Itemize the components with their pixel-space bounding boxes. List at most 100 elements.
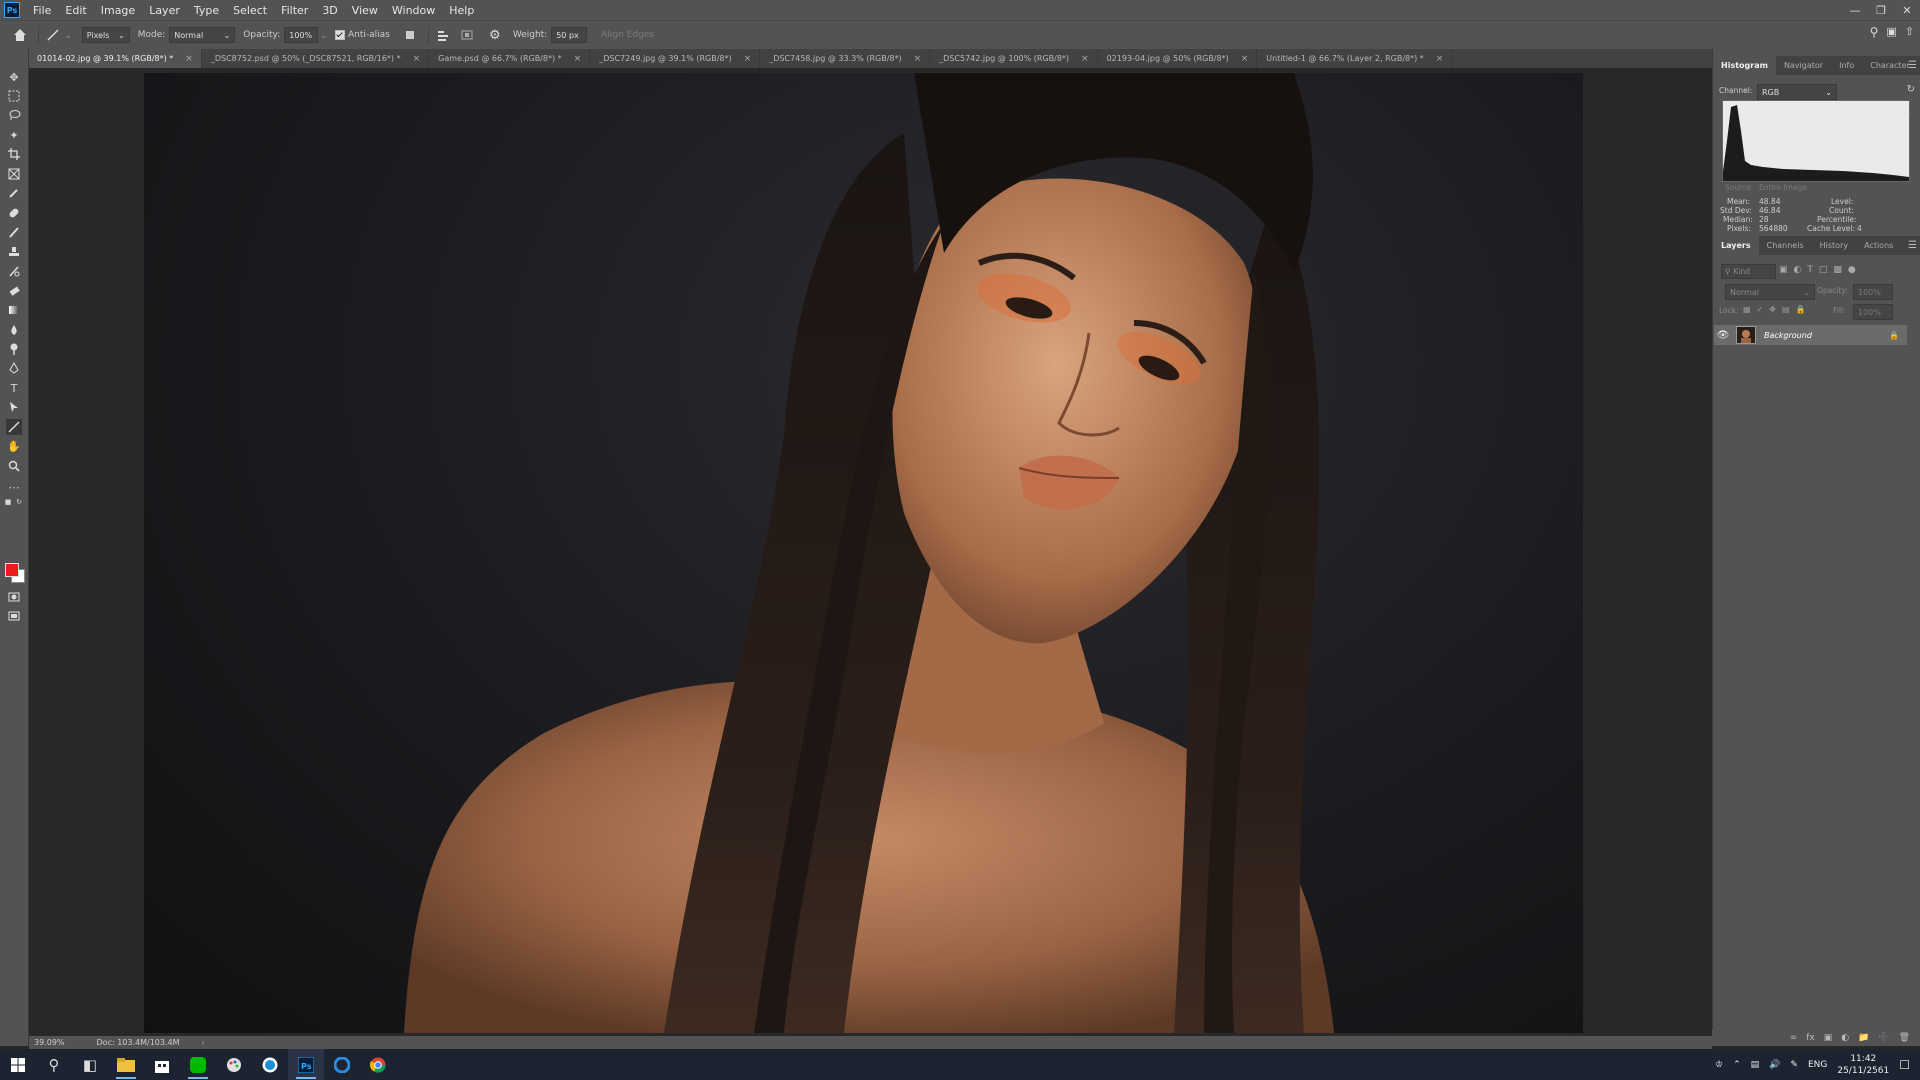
close-icon[interactable]: ✕ bbox=[1894, 0, 1920, 20]
zoom-tool-icon[interactable] bbox=[6, 458, 22, 474]
menu-select[interactable]: Select bbox=[226, 4, 274, 17]
layer-name[interactable]: Background bbox=[1764, 331, 1812, 340]
document-tab[interactable]: Game.psd @ 66.7% (RGB/8*) * × bbox=[429, 49, 591, 68]
close-icon[interactable]: × bbox=[744, 54, 752, 64]
chevron-up-icon[interactable]: ⌃ bbox=[1733, 1060, 1741, 1070]
more-tools-icon[interactable]: ⋯ bbox=[6, 479, 22, 495]
document-tab[interactable]: _DSC5742.jpg @ 100% (RGB/8*) × bbox=[930, 49, 1098, 68]
close-icon[interactable]: × bbox=[914, 54, 922, 64]
add-mask-icon[interactable]: ▣ bbox=[1824, 1033, 1833, 1043]
menu-edit[interactable]: Edit bbox=[58, 4, 93, 17]
tab-actions[interactable]: Actions bbox=[1856, 236, 1901, 255]
paint-icon[interactable] bbox=[216, 1049, 252, 1080]
edge-browser-icon[interactable] bbox=[324, 1049, 360, 1080]
chevron-down-icon[interactable]: ⌄ bbox=[320, 31, 327, 40]
new-group-icon[interactable]: 📁 bbox=[1858, 1033, 1869, 1043]
fill-input[interactable]: 100% bbox=[1853, 304, 1893, 320]
volume-icon[interactable]: 🔊 bbox=[1769, 1060, 1780, 1070]
chevron-right-icon[interactable]: › bbox=[202, 1038, 205, 1047]
link-layers-icon[interactable]: ∞ bbox=[1790, 1033, 1798, 1043]
blur-tool-icon[interactable] bbox=[6, 322, 22, 338]
lock-position-icon[interactable]: ✥ bbox=[1769, 305, 1776, 314]
filter-type-icon[interactable]: T bbox=[1807, 265, 1813, 275]
menu-window[interactable]: Window bbox=[385, 4, 442, 17]
lock-image-icon[interactable]: ✓ bbox=[1757, 305, 1764, 314]
fill-square-icon[interactable] bbox=[400, 25, 420, 45]
line-tool-preset-icon[interactable] bbox=[43, 25, 63, 45]
close-icon[interactable]: × bbox=[1436, 54, 1444, 64]
delete-layer-icon[interactable]: 🗑 bbox=[1899, 1033, 1910, 1043]
history-brush-tool-icon[interactable] bbox=[6, 263, 22, 279]
frame-tool-icon[interactable] bbox=[6, 166, 22, 182]
document-canvas-image[interactable] bbox=[144, 73, 1583, 1033]
photoshop-taskbar-icon[interactable]: Ps bbox=[288, 1049, 324, 1080]
opacity-input[interactable]: 100% bbox=[284, 27, 319, 43]
close-icon[interactable]: × bbox=[1081, 54, 1089, 64]
document-tab[interactable]: _DSC8752.psd @ 50% (_DSC87521, RGB/16*) … bbox=[201, 49, 430, 68]
minimize-icon[interactable]: — bbox=[1842, 0, 1868, 20]
workspace-icon[interactable]: ▣ bbox=[1886, 25, 1896, 39]
pen-icon[interactable]: ✎ bbox=[1790, 1060, 1798, 1070]
filter-adjustment-icon[interactable]: ◐ bbox=[1794, 265, 1802, 275]
weight-input[interactable]: 50 px bbox=[551, 27, 588, 43]
close-icon[interactable]: × bbox=[574, 54, 582, 64]
task-view-icon[interactable]: ◧ bbox=[72, 1049, 108, 1080]
move-tool-icon[interactable]: ✥ bbox=[6, 69, 22, 85]
document-tab[interactable]: 02193-04.jpg @ 50% (RGB/8*) × bbox=[1097, 49, 1258, 68]
eyedropper-tool-icon[interactable] bbox=[6, 185, 22, 201]
filter-smart-object-icon[interactable]: ▩ bbox=[1833, 265, 1842, 275]
filter-toggle-icon[interactable]: ● bbox=[1848, 265, 1856, 275]
layer-row[interactable]: 👁 Background 🔒 bbox=[1714, 325, 1907, 345]
menu-filter[interactable]: Filter bbox=[274, 4, 315, 17]
file-explorer-icon[interactable] bbox=[108, 1049, 144, 1080]
eraser-tool-icon[interactable] bbox=[6, 283, 22, 299]
hand-tool-icon[interactable]: ✋ bbox=[6, 438, 22, 454]
zoom-level[interactable]: 39.09% bbox=[34, 1038, 65, 1047]
antialias-checkbox[interactable] bbox=[334, 30, 345, 40]
clock[interactable]: 11:42 25/11/2561 bbox=[1837, 1053, 1889, 1077]
healing-brush-tool-icon[interactable] bbox=[6, 205, 22, 221]
brush-tool-icon[interactable] bbox=[6, 224, 22, 240]
web-app-icon[interactable] bbox=[252, 1049, 288, 1080]
layer-opacity-input[interactable]: 100% bbox=[1853, 284, 1893, 300]
default-colors-icon[interactable]: ■ bbox=[4, 498, 12, 506]
document-tab[interactable]: 01014-02.jpg @ 39.1% (RGB/8*) * × bbox=[28, 49, 202, 68]
document-tab[interactable]: _DSC7249.jpg @ 39.1% (RGB/8*) × bbox=[590, 49, 761, 68]
add-style-icon[interactable]: fx bbox=[1806, 1033, 1815, 1043]
lasso-tool-icon[interactable] bbox=[6, 107, 22, 123]
screen-mode-icon[interactable] bbox=[6, 608, 22, 624]
tab-channels[interactable]: Channels bbox=[1759, 236, 1812, 255]
layer-blend-mode-select[interactable]: Normal ⌄ bbox=[1725, 284, 1815, 300]
path-alignment-icon[interactable] bbox=[457, 25, 477, 45]
language-indicator[interactable]: ENG bbox=[1808, 1060, 1827, 1070]
line-tool-icon[interactable] bbox=[6, 419, 22, 435]
share-icon[interactable]: ⇧ bbox=[1905, 25, 1914, 39]
restore-icon[interactable]: ❐ bbox=[1868, 0, 1894, 20]
tab-layers[interactable]: Layers bbox=[1713, 236, 1759, 255]
tab-histogram[interactable]: Histogram bbox=[1713, 56, 1776, 75]
blend-mode-select[interactable]: Normal ⌄ bbox=[169, 27, 236, 43]
layer-filter-input[interactable]: ⚲ Kind bbox=[1721, 264, 1776, 279]
document-tab[interactable]: Untitled-1 @ 66.7% (Layer 2, RGB/8*) * × bbox=[1257, 49, 1453, 68]
type-tool-icon[interactable]: T bbox=[6, 380, 22, 396]
filter-pixel-icon[interactable]: ▣ bbox=[1779, 265, 1788, 275]
lock-all-icon[interactable]: 🔒 bbox=[1796, 305, 1806, 314]
marquee-tool-icon[interactable] bbox=[6, 88, 22, 104]
refresh-icon[interactable]: ↻ bbox=[1907, 84, 1915, 95]
new-adjustment-icon[interactable]: ◐ bbox=[1841, 1033, 1849, 1043]
network-icon[interactable]: ▤ bbox=[1751, 1060, 1760, 1070]
pen-tool-icon[interactable] bbox=[6, 360, 22, 376]
chrome-browser-icon[interactable] bbox=[360, 1049, 396, 1080]
line-app-icon[interactable] bbox=[180, 1049, 216, 1080]
lock-transparency-icon[interactable]: ▦ bbox=[1743, 305, 1751, 314]
people-icon[interactable]: ♔ bbox=[1715, 1060, 1723, 1070]
close-icon[interactable]: × bbox=[1241, 54, 1249, 64]
menu-view[interactable]: View bbox=[345, 4, 385, 17]
chevron-down-icon[interactable]: ⌄ bbox=[65, 31, 72, 40]
menu-type[interactable]: Type bbox=[187, 4, 226, 17]
close-icon[interactable]: × bbox=[413, 54, 421, 64]
menu-file[interactable]: File bbox=[26, 4, 58, 17]
path-operations-icon[interactable] bbox=[433, 25, 453, 45]
dodge-tool-icon[interactable] bbox=[6, 341, 22, 357]
quick-mask-icon[interactable] bbox=[6, 589, 22, 605]
